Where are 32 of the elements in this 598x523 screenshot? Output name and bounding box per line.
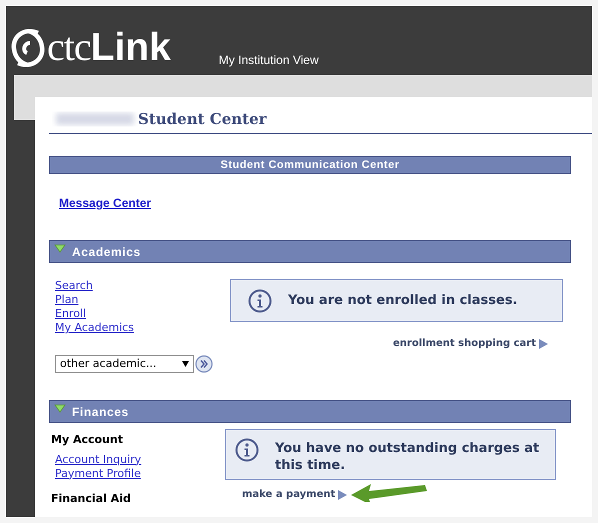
logo-swirl-icon — [10, 27, 46, 69]
collapse-triangle-icon[interactable] — [54, 244, 66, 254]
nav-link[interactable]: Enroll — [55, 307, 86, 321]
logo-text: Link — [90, 28, 171, 67]
nav-link[interactable]: Account Inquiry — [55, 452, 142, 466]
section-title: Academics — [72, 244, 141, 260]
play-arrow-icon — [539, 338, 548, 348]
nav-link[interactable]: My Academics — [55, 321, 134, 335]
dropdown-arrow-icon — [182, 361, 189, 367]
group-heading: Financial Aid — [51, 490, 132, 506]
section-header: Student Communication Center — [49, 156, 571, 174]
collapse-triangle-icon[interactable] — [54, 404, 66, 414]
info-message: You have no outstanding charges at this time. — [275, 440, 540, 474]
section-title: Finances — [72, 404, 129, 420]
nav-link[interactable]: Payment Profile — [55, 466, 141, 480]
group-heading: My Account — [51, 432, 124, 448]
message-center-link[interactable]: Message Center — [59, 194, 152, 212]
view-label: My Institution View — [218, 52, 319, 69]
go-button[interactable] — [195, 355, 213, 373]
shopping-cart-link[interactable]: enrollment shopping cart — [393, 336, 548, 351]
info-icon — [248, 288, 272, 312]
logo-text: ctc — [47, 27, 91, 67]
page-title: Student Center — [138, 112, 267, 126]
info-icon — [235, 438, 259, 462]
info-message: You are not enrolled in classes. — [288, 292, 518, 309]
dropdown[interactable]: other academic... — [55, 355, 194, 373]
nav-link[interactable]: Plan — [55, 293, 78, 307]
section-header[interactable]: Academics — [49, 240, 571, 263]
section-header[interactable]: Finances — [49, 400, 571, 423]
make-payment-link[interactable]: make a payment — [242, 487, 348, 502]
nav-link[interactable]: Search — [55, 279, 93, 293]
play-arrow-icon — [338, 490, 348, 500]
